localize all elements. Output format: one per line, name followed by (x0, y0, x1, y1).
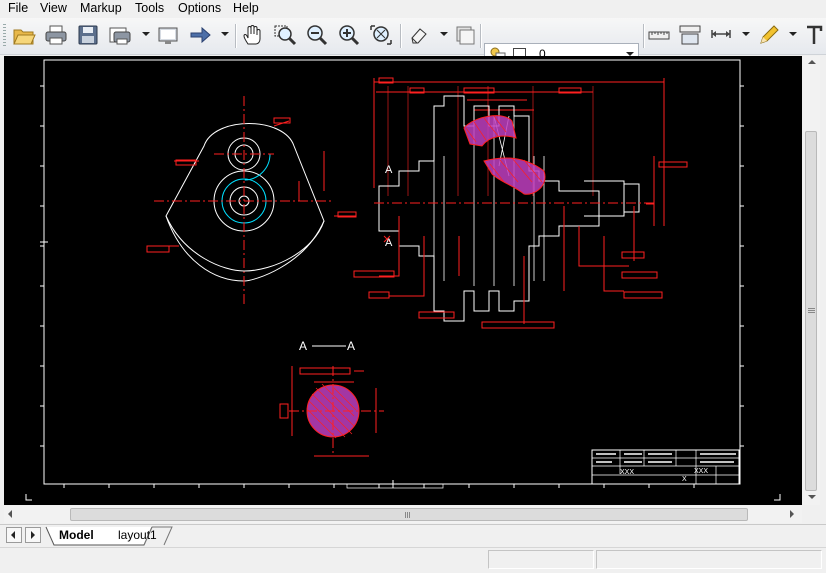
border-ticks (25, 85, 781, 501)
menu-help[interactable]: Help (233, 1, 259, 15)
scroll-up-icon[interactable] (808, 60, 816, 64)
separator (400, 24, 402, 48)
pencil-dropdown[interactable] (789, 32, 797, 36)
menu-options[interactable]: Options (178, 1, 221, 15)
display-icon[interactable] (155, 22, 181, 48)
open-folder-icon[interactable] (11, 22, 37, 48)
zoom-extents-icon[interactable] (368, 22, 394, 48)
drawing-canvas[interactable]: A A A A XXX XXX X (4, 56, 802, 505)
crankshaft-side-view (353, 77, 688, 329)
text-icon[interactable] (802, 22, 824, 48)
title-block: XXX XXX X (591, 449, 740, 485)
print-dropdown[interactable] (142, 32, 150, 36)
status-bar (0, 547, 826, 573)
measure-icon[interactable] (646, 22, 672, 48)
pencil-icon[interactable] (756, 22, 782, 48)
separator (235, 24, 237, 48)
menu-bar: File View Markup Tools Options Help (0, 0, 826, 17)
scroll-right-icon[interactable] (790, 510, 794, 518)
scroll-down-icon[interactable] (808, 495, 816, 499)
menu-file[interactable]: File (8, 1, 28, 15)
tab-next-button[interactable] (25, 527, 41, 543)
zoom-in-icon[interactable] (336, 22, 362, 48)
arrow-dropdown[interactable] (221, 32, 229, 36)
main-toolbar: 0 (0, 18, 826, 65)
menu-view[interactable]: View (40, 1, 67, 15)
section-view (279, 366, 384, 457)
print-setup-icon[interactable] (107, 22, 133, 48)
tab-prev-button[interactable] (6, 527, 22, 543)
menu-markup[interactable]: Markup (80, 1, 122, 15)
title-block-scale: X (682, 476, 687, 483)
tab-layout1[interactable]: layout1 (118, 528, 157, 542)
dimension-icon[interactable] (708, 22, 734, 48)
zoom-window-icon[interactable] (272, 22, 298, 48)
measure-area-icon[interactable] (677, 22, 703, 48)
layout-tab-bar: Model layout1 (0, 524, 826, 547)
pan-hand-icon[interactable] (240, 22, 266, 48)
scale-bar (346, 483, 444, 489)
scroll-left-icon[interactable] (8, 510, 12, 518)
separator (480, 24, 482, 48)
vertical-scroll-thumb[interactable] (805, 131, 817, 491)
dimension-dropdown[interactable] (742, 32, 750, 36)
arrow-icon[interactable] (187, 22, 213, 48)
vertical-scrollbar[interactable] (803, 56, 820, 505)
section-label-left: A (299, 339, 307, 353)
horizontal-scroll-thumb[interactable] (70, 508, 748, 521)
print-icon[interactable] (43, 22, 69, 48)
section-label-right: A (347, 339, 355, 353)
status-pane-1 (488, 550, 594, 569)
tab-model[interactable]: Model (59, 528, 94, 542)
title-block-code-2: XXX (694, 468, 708, 475)
save-icon[interactable] (75, 22, 101, 48)
svg-text:A: A (385, 237, 393, 249)
crank-front-view (146, 96, 357, 306)
cursor-crosshair (389, 480, 397, 488)
eraser-dropdown[interactable] (440, 32, 448, 36)
menu-tools[interactable]: Tools (135, 1, 164, 15)
eraser-icon[interactable] (406, 22, 432, 48)
title-block-code-1: XXX (620, 469, 634, 476)
toolbar-grip[interactable] (3, 24, 6, 48)
status-pane-2 (596, 550, 822, 569)
cad-drawing: A A A A XXX XXX X (25, 59, 781, 501)
svg-text:A: A (385, 164, 393, 176)
horizontal-scrollbar[interactable] (4, 506, 802, 523)
zoom-out-icon[interactable] (304, 22, 330, 48)
layer-icon[interactable] (452, 22, 478, 48)
separator (643, 24, 645, 48)
